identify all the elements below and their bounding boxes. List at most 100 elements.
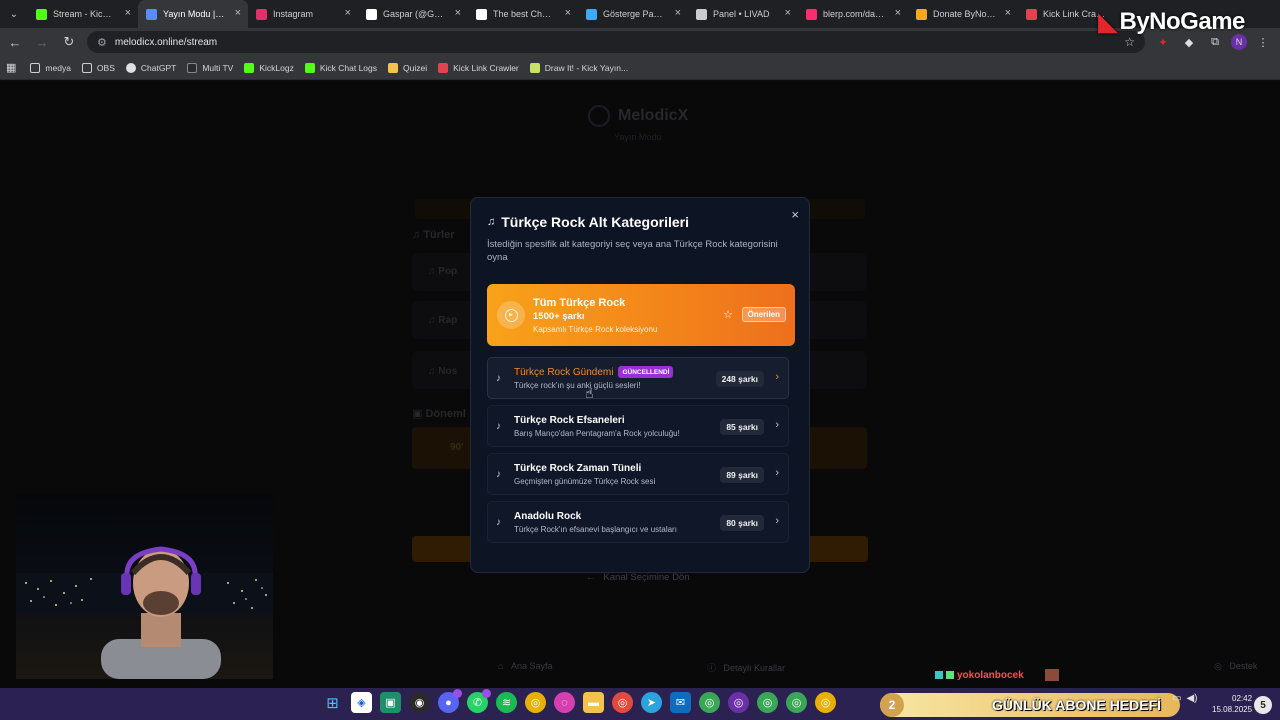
subcategory-title: Türkçe Rock Zaman Tüneli xyxy=(514,462,642,474)
chrome-profile-icon[interactable]: ◎ xyxy=(786,692,807,713)
footer-support-link[interactable]: ◎ Destek xyxy=(1214,661,1257,672)
chrome-profile-icon[interactable]: ◎ xyxy=(699,692,720,713)
back-to-channel-link[interactable]: ← Kanal Seçimine Dön xyxy=(586,572,690,583)
browser-tab[interactable]: blerp.com/dashbo × xyxy=(798,0,908,28)
chevron-right-icon: › xyxy=(775,515,779,527)
footer-rules-link[interactable]: ⓘ Detaylı Kurallar xyxy=(707,661,785,674)
chrome-profile-active-icon[interactable]: ◎ xyxy=(728,692,749,713)
network-icon[interactable]: ▭ xyxy=(1172,693,1181,704)
chat-event-user: yokolanbocek xyxy=(935,669,1059,681)
browser-tab[interactable]: Gösterge Paneli - × xyxy=(578,0,688,28)
bookmark-star-icon[interactable]: ☆ xyxy=(1124,35,1135,49)
browser-tab[interactable]: Panel • LIVAD × xyxy=(688,0,798,28)
back-arrow-icon[interactable]: ← xyxy=(3,30,27,54)
crawler-favicon-icon xyxy=(1026,8,1037,20)
app-pink-icon[interactable]: ◌ xyxy=(554,692,575,713)
bookmark-medya[interactable]: medya xyxy=(30,62,71,73)
bookmark-quizei[interactable]: Quizei xyxy=(388,62,427,73)
tab-label: Yayın Modu | MelodicX xyxy=(163,9,226,19)
tab-close-icon[interactable]: × xyxy=(565,8,571,19)
browser-tab[interactable]: Stream - Kick Dashboard × xyxy=(28,0,138,28)
footer-rules-text: Detaylı Kurallar xyxy=(723,663,786,673)
bookmark-chatgpt[interactable]: ChatGPT xyxy=(125,62,176,73)
bookmark-kick-link-crawler[interactable]: Kick Link Crawler xyxy=(438,62,519,73)
tab-close-icon[interactable]: × xyxy=(785,8,791,19)
apps-grid-icon[interactable]: ▦ xyxy=(6,61,16,74)
subcategory-item-efsaneleri[interactable]: ♪ Türkçe Rock Efsaneleri Barış Manço'dan… xyxy=(487,405,789,447)
browser-menu-icon[interactable]: ⋮ xyxy=(1253,32,1273,52)
subscriber-goal-bar: 2 GÜNLÜK ABONE HEDEFİ xyxy=(880,693,1180,717)
subcategory-title-text: Türkçe Rock Gündemi xyxy=(514,366,614,378)
tab-close-icon[interactable]: × xyxy=(675,8,681,19)
chatbot-favicon-icon xyxy=(476,8,487,20)
all-turkish-rock-card[interactable]: ▶ Tüm Türkçe Rock 1500+ şarkı Kapsamlı T… xyxy=(487,284,795,346)
chrome-profile-icon[interactable]: ◎ xyxy=(815,692,836,713)
footer-home-text: Ana Sayfa xyxy=(510,661,553,671)
tab-close-icon[interactable]: × xyxy=(235,8,241,19)
featured-count: 1500+ şarkı xyxy=(533,310,585,322)
taskbar-clock[interactable]: 02:42 15.08.2025 xyxy=(1212,693,1252,715)
browser-tab[interactable]: Instagram × xyxy=(248,0,358,28)
bitwarden-icon[interactable]: ◈ xyxy=(351,692,372,713)
tab-label: Panel • LIVAD xyxy=(713,9,770,19)
dashboard-favicon-icon xyxy=(586,8,597,20)
chrome-icon[interactable]: ◎ xyxy=(525,692,546,713)
spotify-icon[interactable]: ≋ xyxy=(496,692,517,713)
chat-event-icon xyxy=(946,671,954,679)
bookmark-kicklogz[interactable]: KickLogz xyxy=(244,62,294,73)
telegram-icon[interactable]: ➤ xyxy=(641,692,662,713)
subcategory-description: Türkçe Rock'ın efsanevi başlangıcı ve us… xyxy=(514,524,677,534)
badge-icon xyxy=(482,689,491,698)
app-green-icon[interactable]: ▣ xyxy=(380,692,401,713)
notification-badge[interactable]: 5 xyxy=(1254,696,1272,714)
subcategory-item-gundem[interactable]: ♪ Türkçe Rock Gündemi GÜNCELLENDİ Türkçe … xyxy=(487,357,789,399)
drawit-icon xyxy=(529,62,540,73)
browser-tab[interactable]: The best ChatBot × xyxy=(468,0,578,28)
forward-arrow-icon[interactable]: → xyxy=(30,30,54,54)
star-icon: ☆ xyxy=(723,309,733,321)
tab-close-icon[interactable]: × xyxy=(895,8,901,19)
file-explorer-icon[interactable]: ▬ xyxy=(583,692,604,713)
chevron-right-icon: › xyxy=(775,371,779,383)
discord-icon[interactable]: ● xyxy=(438,689,462,713)
song-count-badge: 89 şarkı xyxy=(720,467,764,483)
footer-home-link[interactable]: ⌂ Ana Sayfa xyxy=(498,661,552,671)
outlook-icon[interactable]: ✉ xyxy=(670,692,691,713)
close-icon[interactable]: × xyxy=(791,207,799,222)
hand-cursor-icon: ☝ xyxy=(585,385,594,401)
browser-tab[interactable]: Donate ByNoGame × xyxy=(908,0,1018,28)
music-note-icon: ♫ xyxy=(487,216,496,228)
subcategory-description: Geçmişten günümüze Türkçe Rock sesi xyxy=(514,476,656,486)
bookmark-draw-it[interactable]: Draw It! - Kick Yayın... xyxy=(529,62,628,73)
recommended-badge: Önerilen xyxy=(741,307,786,322)
subcategory-item-anadolu-rock[interactable]: ♪ Anadolu Rock Türkçe Rock'ın efsanevi b… xyxy=(487,501,789,543)
tab-close-icon[interactable]: × xyxy=(125,8,131,19)
browser-tab[interactable]: Gaspar (@Gaspar... × xyxy=(358,0,468,28)
volume-icon[interactable]: ◀) xyxy=(1186,693,1197,704)
tab-close-icon[interactable]: × xyxy=(1005,8,1011,19)
site-info-icon[interactable]: ⚙ xyxy=(97,36,107,49)
reload-icon[interactable]: ↻ xyxy=(57,30,81,54)
browser-tab-active[interactable]: Yayın Modu | MelodicX × xyxy=(138,0,248,28)
tab-search-chevron-icon[interactable]: ⌄ xyxy=(0,0,28,28)
obs-icon[interactable]: ◉ xyxy=(409,692,430,713)
modal-description: İstediğin spesifik alt kategoriyi seç ve… xyxy=(487,239,778,263)
chrome-profile-icon[interactable]: ◎ xyxy=(612,692,633,713)
folder-icon xyxy=(81,62,92,73)
bookmark-kick-chat-logs[interactable]: Kick Chat Logs xyxy=(304,62,377,73)
subcategory-description: Türkçe rock'ın şu anki güçlü sesleri! xyxy=(514,381,641,390)
tab-close-icon[interactable]: × xyxy=(455,8,461,19)
song-count-badge: 248 şarkı xyxy=(715,371,764,387)
chrome-profile-icon[interactable]: ◎ xyxy=(757,692,778,713)
back-link-text: Kanal Seçimine Dön xyxy=(603,572,690,583)
subcategory-item-zaman-tuneli[interactable]: ♪ Türkçe Rock Zaman Tüneli Geçmişten gün… xyxy=(487,453,789,495)
tab-strip: ⌄ Stream - Kick Dashboard × Yayın Modu | … xyxy=(0,0,1280,28)
bookmark-obs[interactable]: OBS xyxy=(81,62,115,73)
windows-start-icon[interactable]: ⊞ xyxy=(322,692,343,713)
clock-date: 15.08.2025 xyxy=(1212,705,1253,714)
url-field[interactable]: ⚙ melodicx.online/stream ☆ xyxy=(87,31,1145,53)
tab-close-icon[interactable]: × xyxy=(345,8,351,19)
bookmark-multitv[interactable]: Multi TV xyxy=(187,62,233,73)
whatsapp-icon[interactable]: ✆ xyxy=(467,689,491,713)
badge-icon xyxy=(453,689,462,698)
